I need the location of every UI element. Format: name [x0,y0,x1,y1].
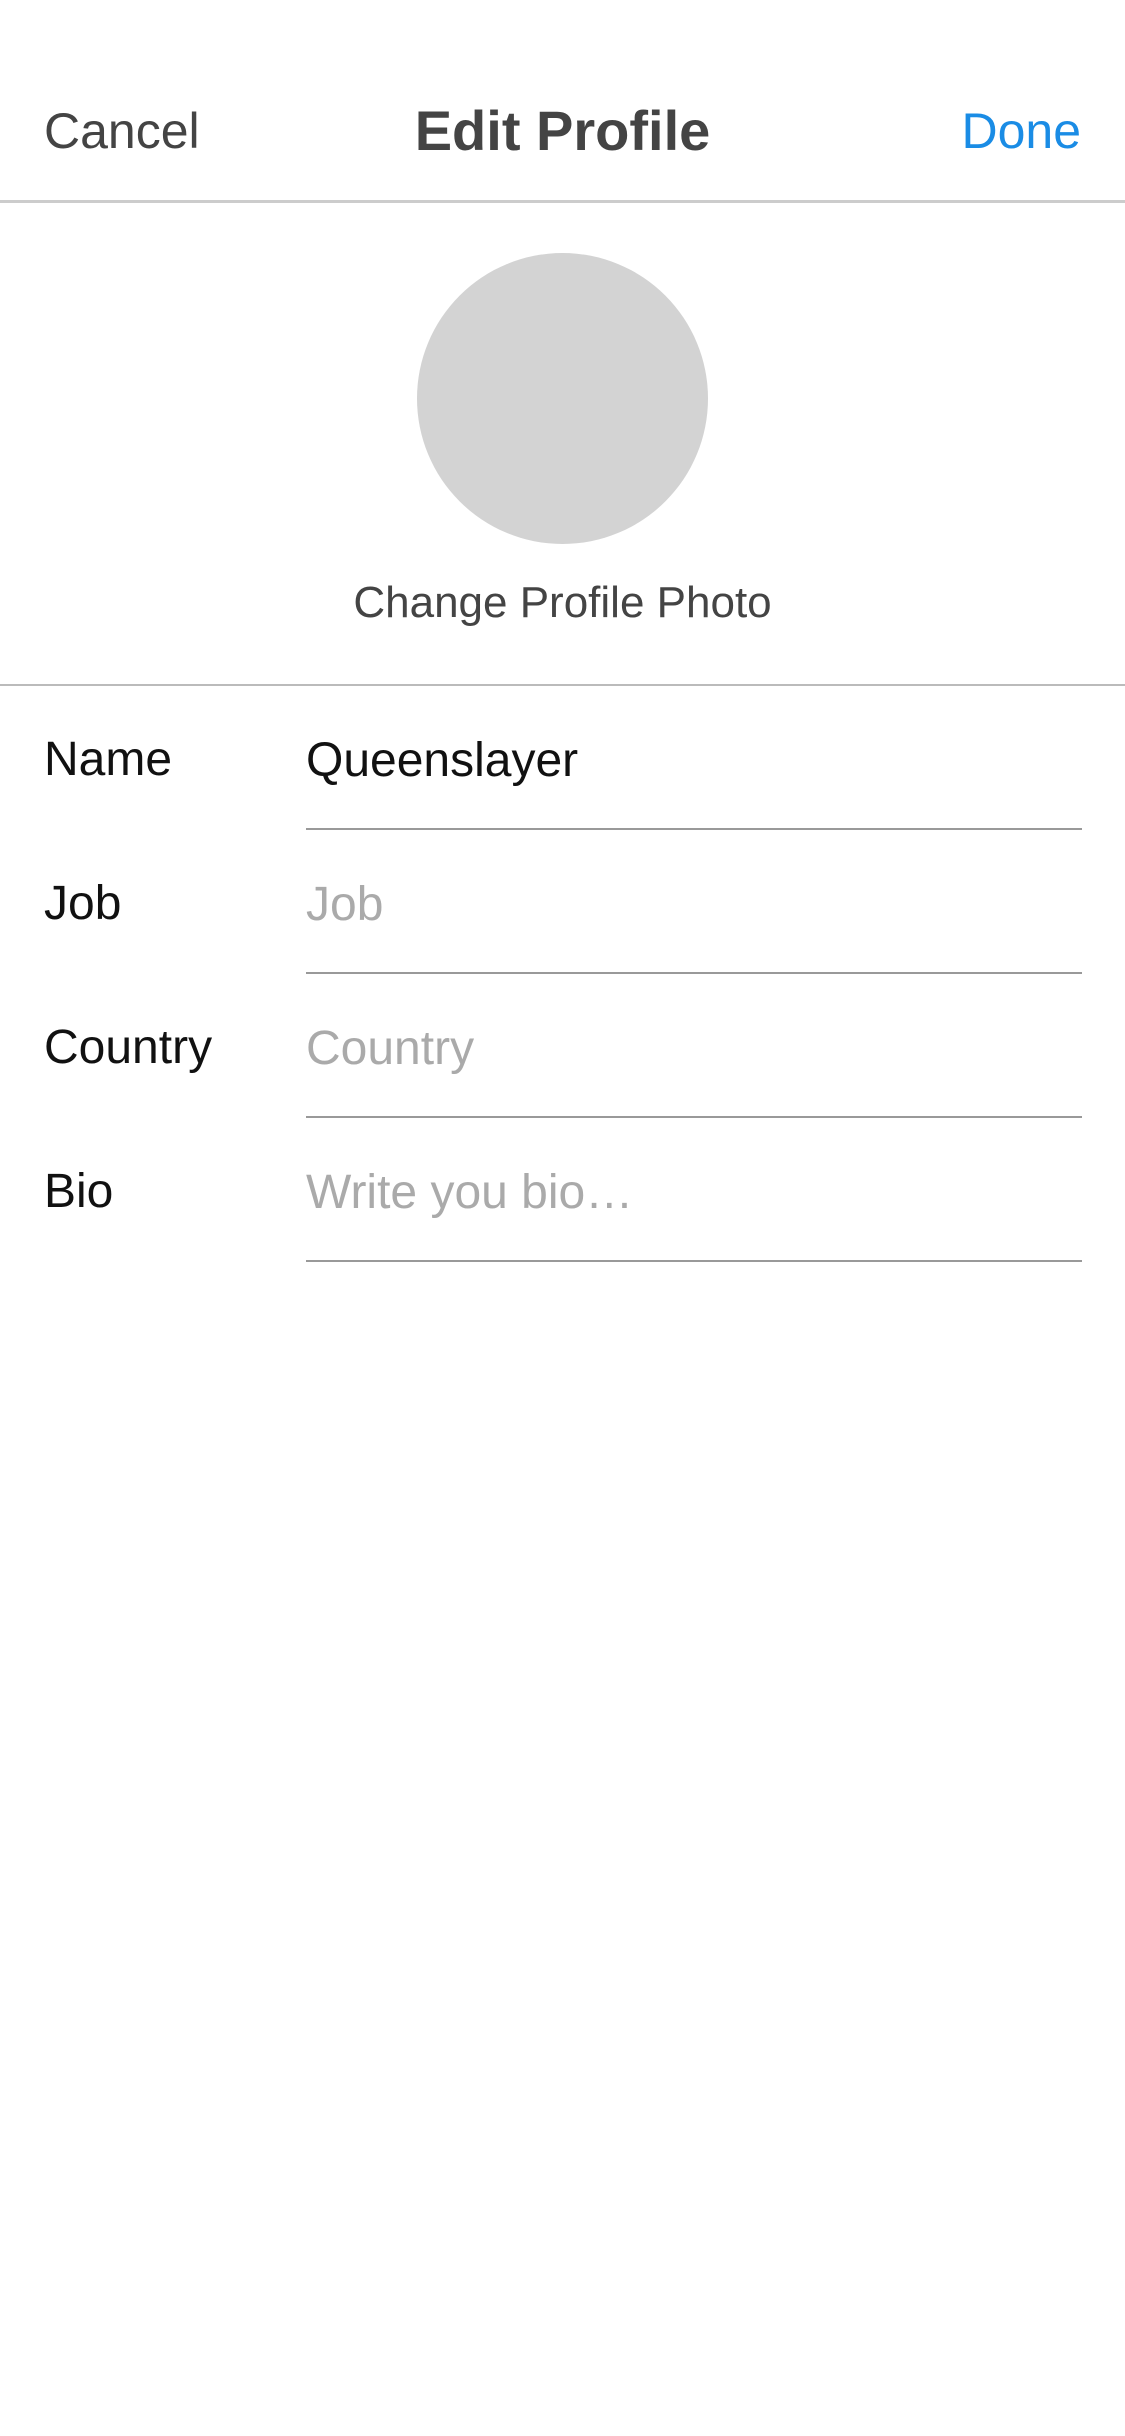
country-field-container [306,974,1082,1118]
form-row-job: Job [0,830,1125,974]
form-row-country: Country [0,974,1125,1118]
form-row-name: Name [0,686,1125,830]
name-input[interactable] [306,726,1082,794]
done-button[interactable]: Done [961,100,1081,162]
country-input[interactable] [306,1014,1082,1082]
name-field-container [306,686,1082,830]
profile-photo-section: Change Profile Photo [0,203,1125,686]
name-label: Name [44,733,173,786]
cancel-button[interactable]: Cancel [44,100,200,162]
profile-form: Name Job Country Bio [0,686,1125,1262]
job-field-container [306,830,1082,974]
edit-profile-screen: Cancel Edit Profile Done Change Profile … [0,0,1125,2436]
bio-field-container [306,1118,1082,1262]
job-label: Job [44,877,122,930]
change-profile-photo-button[interactable]: Change Profile Photo [0,575,1125,631]
job-input[interactable] [306,870,1082,938]
country-label: Country [44,1021,213,1074]
nav-bar: Cancel Edit Profile Done [0,0,1125,203]
avatar[interactable] [417,253,708,544]
bio-label: Bio [44,1165,114,1218]
form-row-bio: Bio [0,1118,1125,1262]
bio-input[interactable] [306,1158,1082,1226]
